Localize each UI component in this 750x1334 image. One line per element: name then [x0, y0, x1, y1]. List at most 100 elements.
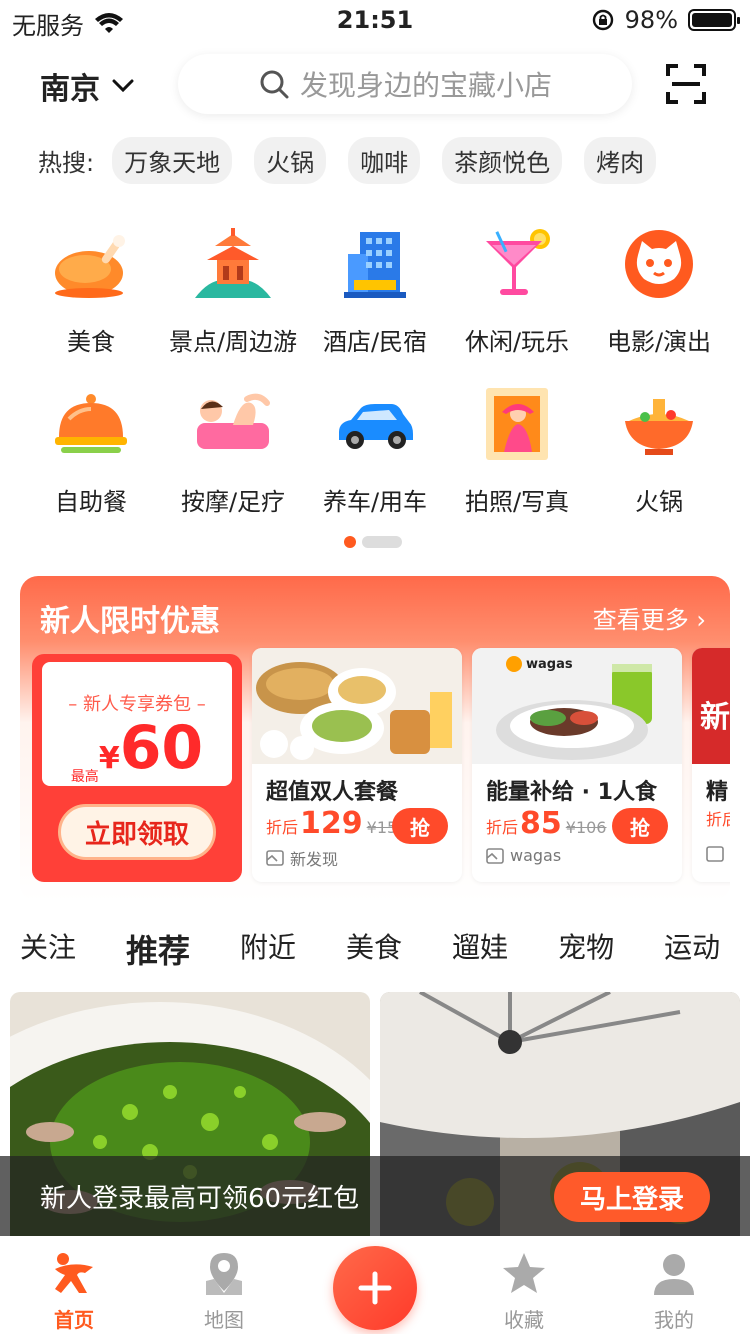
hot-tag[interactable]: 茶颜悦色 — [442, 136, 563, 184]
new-user-promo: 新人限时优惠 查看更多 › – 新人专享券包 – 最高¥60 立即领取 超值双人… — [20, 576, 730, 902]
deal-name: 超值双人套餐 — [266, 780, 399, 805]
deal-card[interactable]: 新 精 折后 — [692, 648, 730, 882]
category-label: 自助餐 — [55, 488, 127, 516]
category-hotpot[interactable]: 火锅 — [588, 380, 730, 540]
coupon-value: 60 — [119, 713, 204, 783]
category-hotel[interactable]: 酒店/民宿 — [304, 220, 446, 380]
promo-more-label: 查看更多 — [592, 606, 689, 634]
category-food[interactable]: 美食 — [20, 220, 162, 380]
hot-search-label: 热搜: — [38, 148, 95, 177]
category-label: 电影/演出 — [606, 328, 712, 356]
battery-percent: 98% — [624, 6, 678, 34]
deal-shop-name: 新发现 — [290, 850, 339, 869]
category-grid: 美食 景点/周边游 酒店/民宿 休闲/玩乐 电影/演出 自助餐 按摩/足疗 养车… — [20, 220, 730, 540]
brand-logo-icon — [506, 656, 522, 672]
deal-shop: wagas — [486, 846, 561, 865]
hot-tag[interactable]: 火锅 — [254, 136, 327, 184]
tab-home-label: 首页 — [54, 1308, 94, 1332]
coupon-pack[interactable]: – 新人专享券包 – 最高¥60 立即领取 — [32, 654, 242, 882]
deal-image: 新 — [692, 648, 730, 764]
shop-icon — [486, 847, 504, 864]
app-screen: 无服务 21:51 98% 南京 发现身边的宝藏小店 热搜: 万象天地 火锅 咖… — [0, 0, 750, 1334]
tab-pets[interactable]: 宠物 — [558, 926, 614, 974]
category-label: 美食 — [67, 328, 115, 356]
deal-price: 折后 85 ¥106 — [486, 806, 606, 841]
wifi-icon — [95, 12, 123, 33]
grab-button[interactable]: 抢 — [392, 808, 448, 844]
search-input[interactable]: 发现身边的宝藏小店 — [178, 54, 632, 114]
scan-icon[interactable] — [666, 64, 706, 104]
shop-icon — [706, 846, 724, 862]
deal-shop-name: wagas — [510, 846, 562, 865]
deal-shop: 新发现 — [266, 846, 338, 870]
category-movie[interactable]: 电影/演出 — [588, 220, 730, 380]
hot-tag[interactable]: 烤肉 — [584, 136, 657, 184]
tab-mine-label: 我的 — [654, 1308, 694, 1332]
brand-badge: wagas — [506, 656, 573, 672]
tab-sports[interactable]: 运动 — [664, 926, 720, 974]
deal-card[interactable]: 超值双人套餐 折后 129 ¥151 抢 新发现 — [252, 648, 462, 882]
tab-recommend[interactable]: 推荐 — [126, 926, 191, 978]
food-cloche-icon — [55, 394, 127, 453]
category-label: 休闲/玩乐 — [464, 328, 570, 356]
star-icon — [503, 1253, 545, 1293]
tab-food[interactable]: 美食 — [346, 926, 402, 974]
status-bar: 无服务 21:51 98% — [0, 0, 750, 40]
category-buffet[interactable]: 自助餐 — [20, 380, 162, 540]
hot-search: 热搜: 万象天地 火锅 咖啡 茶颜悦色 烤肉 — [38, 136, 657, 184]
user-icon — [654, 1254, 694, 1295]
map-pin-icon — [206, 1253, 242, 1295]
city-selector[interactable]: 南京 — [40, 64, 134, 108]
hotel-building-icon — [344, 232, 406, 298]
promo-more-link[interactable]: 查看更多 › — [593, 600, 706, 635]
feed-tabs: 关注 推荐 附近 美食 遛娃 宠物 运动 — [20, 926, 720, 978]
hotpot-icon — [625, 399, 693, 455]
deal-image — [472, 648, 682, 764]
tab-map-label: 地图 — [204, 1308, 244, 1332]
discount-label: 折后 — [486, 818, 519, 837]
chevron-down-icon — [112, 79, 134, 93]
city-label: 南京 — [40, 72, 100, 107]
hot-tag[interactable]: 咖啡 — [348, 136, 421, 184]
category-leisure[interactable]: 休闲/玩乐 — [446, 220, 588, 380]
claim-coupon-button[interactable]: 立即领取 — [58, 804, 216, 860]
promo-title: 新人限时优惠 — [40, 604, 220, 639]
publish-button[interactable] — [333, 1246, 417, 1330]
shop-icon — [266, 850, 284, 866]
discount-label: 折后 — [706, 810, 730, 829]
search-placeholder: 发现身边的宝藏小店 — [299, 69, 552, 102]
coupon-max-label: 最高 — [70, 769, 99, 785]
tab-map[interactable]: 地图 — [174, 1250, 274, 1333]
brand-name: wagas — [526, 656, 573, 672]
car-icon — [339, 404, 413, 449]
category-massage[interactable]: 按摩/足疗 — [162, 380, 304, 540]
deal-card[interactable]: wagas 能量补给 · 1人食 折后 85 ¥106 抢 wagas — [472, 648, 682, 882]
category-photo[interactable]: 拍照/写真 — [446, 380, 588, 540]
category-label: 酒店/民宿 — [322, 328, 428, 356]
login-button[interactable]: 马上登录 — [554, 1172, 710, 1222]
category-scenic[interactable]: 景点/周边游 — [162, 220, 304, 380]
roast-chicken-icon — [55, 235, 125, 298]
tab-favorites[interactable]: 收藏 — [474, 1250, 574, 1333]
tab-home[interactable]: 首页 — [24, 1250, 124, 1333]
chevron-right-icon: › — [696, 606, 706, 634]
category-label: 景点/周边游 — [168, 328, 298, 356]
tab-nearby[interactable]: 附近 — [240, 926, 296, 974]
deal-price-value: 129 — [300, 806, 363, 841]
hot-tag[interactable]: 万象天地 — [112, 136, 233, 184]
tab-mine[interactable]: 我的 — [624, 1250, 724, 1333]
category-label: 养车/用车 — [322, 488, 428, 516]
tab-kids[interactable]: 遛娃 — [452, 926, 508, 974]
deal-image — [252, 648, 462, 764]
deal-name: 精 — [706, 780, 729, 805]
deal-price: 折后 129 ¥151 — [266, 806, 407, 841]
battery-icon — [688, 9, 740, 31]
tab-follow[interactable]: 关注 — [20, 926, 76, 974]
deal-original-price: ¥106 — [565, 818, 607, 837]
grab-button[interactable]: 抢 — [612, 808, 668, 844]
search-icon — [260, 70, 289, 99]
category-car[interactable]: 养车/用车 — [304, 380, 446, 540]
login-prompt-bar: 新人登录最高可领60元红包 马上登录 — [0, 1156, 750, 1236]
plus-icon — [358, 1271, 392, 1305]
carrier-label: 无服务 — [12, 12, 84, 40]
